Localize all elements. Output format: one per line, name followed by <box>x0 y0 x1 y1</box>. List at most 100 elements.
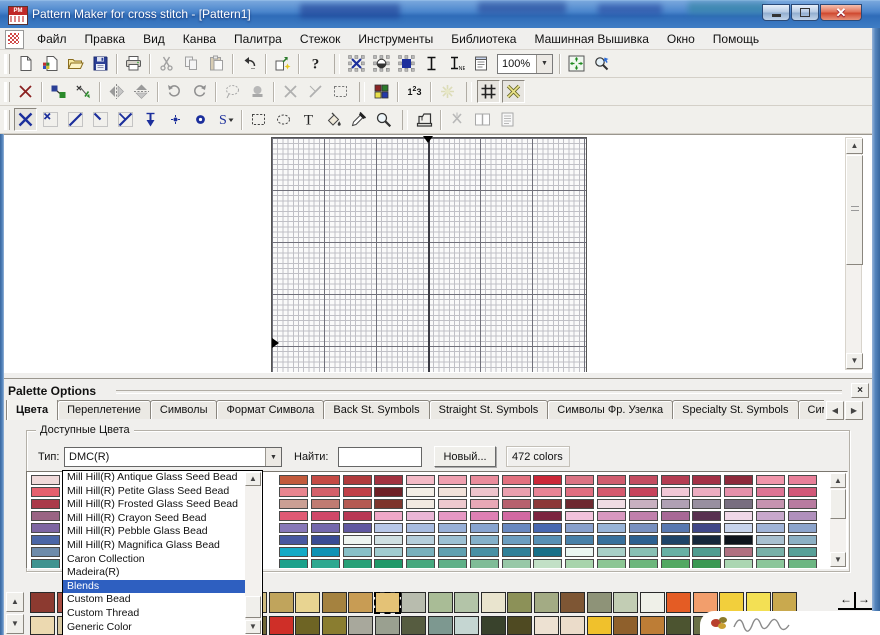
color-swatch[interactable] <box>31 511 60 521</box>
chevron-down-icon[interactable]: ▼ <box>536 55 552 73</box>
color-swatch[interactable] <box>565 487 594 497</box>
project-color-swatch[interactable] <box>348 592 373 613</box>
delete-button[interactable] <box>14 80 37 103</box>
color-swatch[interactable] <box>470 487 499 497</box>
project-color-swatch[interactable] <box>375 616 400 635</box>
color-swatch[interactable] <box>438 487 467 497</box>
dropdown-item-Madeira(R)[interactable]: Madeira(R) <box>63 566 247 580</box>
color-swatch[interactable] <box>374 535 403 545</box>
color-swatch[interactable] <box>661 559 690 569</box>
project-color-swatch[interactable] <box>30 616 55 635</box>
palette-page-arrows[interactable]: ←→ <box>838 592 872 610</box>
color-swatch[interactable] <box>565 559 594 569</box>
zoom-tool-button[interactable] <box>372 108 395 131</box>
close-button[interactable]: ✕ <box>820 4 862 21</box>
color-swatch[interactable] <box>279 535 308 545</box>
bead-button[interactable] <box>189 108 212 131</box>
three-quarter-stitch-button[interactable] <box>114 108 137 131</box>
color-swatch[interactable] <box>597 487 626 497</box>
color-swatch[interactable] <box>565 499 594 509</box>
canvas-vertical-scrollbar[interactable]: ▲ ▼ <box>845 137 862 370</box>
color-swatch[interactable] <box>406 535 435 545</box>
dropdown-item-Mill Hill(R) Pebble Glass Bead[interactable]: Mill Hill(R) Pebble Glass Bead <box>63 525 247 539</box>
color-swatch[interactable] <box>724 523 753 533</box>
scroll-up-button[interactable]: ▲ <box>245 472 261 486</box>
project-color-swatch[interactable] <box>507 616 532 635</box>
color-swatch[interactable] <box>502 535 531 545</box>
color-swatch[interactable] <box>756 499 785 509</box>
view-backstitch-ne-button[interactable]: NE <box>445 52 468 75</box>
backstitch-button[interactable] <box>139 108 162 131</box>
zoom-select-button[interactable] <box>590 52 613 75</box>
color-swatch[interactable] <box>343 547 372 557</box>
menu-Окно[interactable]: Окно <box>658 28 704 50</box>
color-swatch[interactable] <box>438 559 467 569</box>
color-swatch[interactable] <box>470 475 499 485</box>
color-swatch[interactable] <box>406 523 435 533</box>
stitch-display-toggle-button[interactable] <box>502 80 525 103</box>
fill-button[interactable] <box>322 108 345 131</box>
save-button[interactable] <box>89 52 112 75</box>
dropdown-item-Mill Hill(R) Antique Glass Seed Bead[interactable]: Mill Hill(R) Antique Glass Seed Bead <box>63 471 247 485</box>
project-color-swatch[interactable] <box>613 592 638 613</box>
print-button[interactable] <box>122 52 145 75</box>
scrollbar-thumb[interactable] <box>846 155 863 265</box>
project-color-swatch[interactable] <box>295 616 320 635</box>
project-color-swatch[interactable] <box>666 616 691 635</box>
project-color-swatch[interactable] <box>534 592 559 613</box>
menu-Стежок[interactable]: Стежок <box>291 28 350 50</box>
color-swatch[interactable] <box>565 547 594 557</box>
color-swatch[interactable] <box>311 499 340 509</box>
document-icon[interactable] <box>5 30 24 49</box>
color-swatch[interactable] <box>502 511 531 521</box>
menu-Инструменты[interactable]: Инструменты <box>349 28 442 50</box>
color-swatch[interactable] <box>279 547 308 557</box>
color-swatch[interactable] <box>565 523 594 533</box>
tab-Переплетение[interactable]: Переплетение <box>57 400 151 419</box>
color-swatch[interactable] <box>374 547 403 557</box>
menu-Помощь[interactable]: Помощь <box>704 28 768 50</box>
color-swatch[interactable] <box>629 523 658 533</box>
select-oval-button[interactable] <box>272 108 295 131</box>
color-swatch[interactable] <box>438 499 467 509</box>
color-swatch[interactable] <box>311 547 340 557</box>
color-swatch[interactable] <box>502 559 531 569</box>
view-solid-button[interactable] <box>395 52 418 75</box>
flip-horizontal-button[interactable] <box>105 80 128 103</box>
page-left-icon[interactable]: ← <box>838 592 854 608</box>
color-swatch[interactable] <box>756 475 785 485</box>
menu-Палитра[interactable]: Палитра <box>225 28 291 50</box>
color-swatch[interactable] <box>756 511 785 521</box>
dropdown-scrollbar[interactable]: ▲ ▼ <box>245 472 261 634</box>
project-color-swatch[interactable] <box>507 592 532 613</box>
new-color-button[interactable]: Новый... <box>434 446 496 467</box>
color-swatch[interactable] <box>502 475 531 485</box>
dropdown-item-Generic Color[interactable]: Generic Color <box>63 621 247 635</box>
copy-selection-button[interactable] <box>47 80 70 103</box>
symbols-123-button[interactable]: 123 <box>403 80 426 103</box>
color-swatch[interactable] <box>597 523 626 533</box>
tab-Символы[interactable]: Символы <box>798 400 825 419</box>
project-color-swatch[interactable] <box>693 592 718 613</box>
color-swatch[interactable] <box>374 523 403 533</box>
view-cross-button[interactable] <box>345 52 368 75</box>
text-tool-button[interactable]: T <box>297 108 320 131</box>
color-swatch[interactable] <box>374 487 403 497</box>
color-swatch[interactable] <box>597 547 626 557</box>
project-color-swatch[interactable] <box>269 592 294 613</box>
color-swatch[interactable] <box>374 559 403 569</box>
new-button[interactable] <box>14 52 37 75</box>
color-swatch[interactable] <box>661 523 690 533</box>
color-swatch[interactable] <box>597 535 626 545</box>
color-swatch[interactable] <box>31 499 60 509</box>
color-swatch[interactable] <box>629 547 658 557</box>
color-swatch[interactable] <box>533 499 562 509</box>
color-swatch[interactable] <box>629 511 658 521</box>
color-swatch[interactable] <box>279 523 308 533</box>
color-swatch[interactable] <box>533 487 562 497</box>
color-swatch[interactable] <box>279 559 308 569</box>
color-swatch[interactable] <box>31 559 60 569</box>
project-color-swatch[interactable] <box>30 592 55 613</box>
dropdown-item-Mill Hill(R) Frosted Glass Seed Bead[interactable]: Mill Hill(R) Frosted Glass Seed Bead <box>63 498 247 512</box>
color-swatch[interactable] <box>470 547 499 557</box>
